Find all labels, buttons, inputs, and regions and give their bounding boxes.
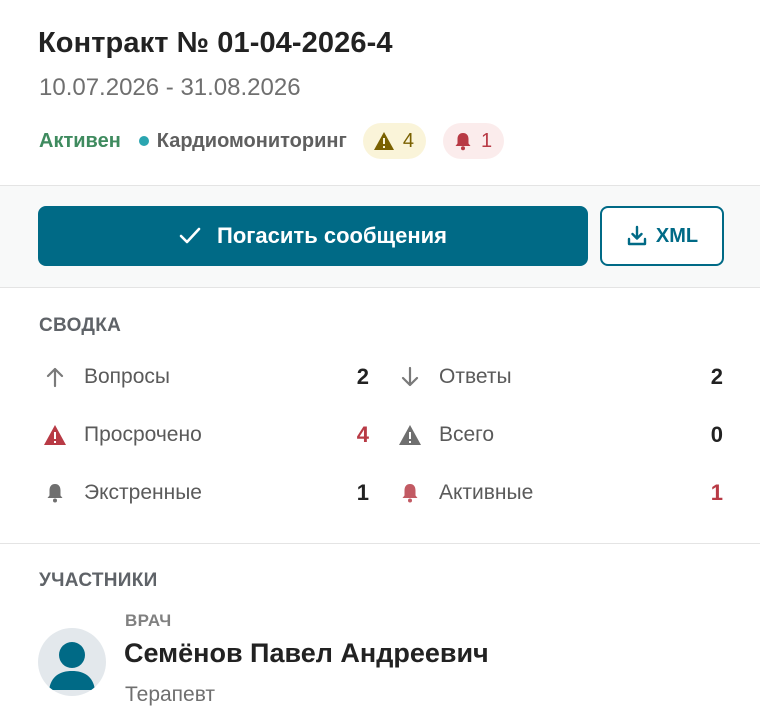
arrow-down-icon	[395, 366, 425, 388]
participant-role: ВРАЧ	[125, 611, 172, 630]
stat-total: Всего	[395, 415, 494, 455]
program-label: Кардиомониторинг	[156, 129, 347, 152]
stat-label: Активные	[439, 481, 534, 504]
alert-count-badge[interactable]: 1	[442, 123, 505, 159]
participants-title: УЧАСТНИКИ	[39, 570, 158, 591]
stat-value: 4	[356, 422, 369, 447]
stat-answers: Ответы	[395, 357, 512, 397]
warning-count-badge[interactable]: 4	[362, 123, 426, 159]
download-icon	[627, 225, 647, 246]
participants-section: УЧАСТНИКИ ВРАЧ Семёнов Павел Андреевич Т…	[0, 544, 760, 720]
check-icon	[179, 227, 201, 244]
stat-value: 0	[710, 422, 723, 447]
avatar[interactable]	[38, 628, 106, 696]
user-icon	[49, 642, 95, 690]
stat-label: Вопросы	[84, 365, 171, 388]
warning-icon	[40, 424, 70, 446]
bell-icon	[455, 133, 471, 151]
contract-title: Контракт № 01-04-2026-4	[38, 27, 393, 59]
stat-value: 1	[356, 480, 369, 505]
stat-label: Просрочено	[84, 423, 202, 446]
stat-emergency: Экстренные	[40, 473, 202, 513]
stat-value: 1	[710, 480, 723, 505]
clear-messages-label: Погасить сообщения	[217, 223, 447, 248]
bell-icon	[395, 482, 425, 504]
stat-label: Всего	[439, 423, 495, 446]
actions-bar: Погасить сообщения XML	[0, 186, 760, 287]
summary-title: СВОДКА	[39, 315, 122, 336]
arrow-up-icon	[40, 366, 70, 388]
stat-label: Ответы	[439, 365, 512, 388]
stat-overdue: Просрочено	[40, 415, 202, 455]
warning-icon	[395, 424, 425, 446]
stat-value: 2	[710, 364, 723, 389]
stat-label: Экстренные	[84, 481, 202, 504]
participant-specialty: Терапевт	[125, 683, 216, 706]
download-xml-label: XML	[655, 224, 699, 247]
warning-count: 4	[402, 129, 414, 152]
summary-section: СВОДКА Вопросы 2 Ответы 2 Просрочено 4 В…	[0, 288, 760, 542]
status-row: Активен Кардиомониторинг 4 1	[39, 123, 505, 159]
clear-messages-button[interactable]: Погасить сообщения	[38, 206, 588, 266]
contract-header: Контракт № 01-04-2026-4 10.07.2026 - 31.…	[0, 0, 760, 185]
bell-icon	[40, 482, 70, 504]
participant-name[interactable]: Семёнов Павел Андреевич	[124, 638, 489, 669]
stat-value: 2	[356, 364, 369, 389]
download-xml-button[interactable]: XML	[600, 206, 724, 266]
contract-dates: 10.07.2026 - 31.08.2026	[39, 74, 301, 101]
stat-questions: Вопросы	[40, 357, 170, 397]
stat-active: Активные	[395, 473, 533, 513]
warning-icon	[373, 132, 394, 150]
program-dot-icon	[138, 136, 149, 146]
alert-count: 1	[480, 129, 493, 152]
status-active-label: Активен	[39, 129, 121, 152]
